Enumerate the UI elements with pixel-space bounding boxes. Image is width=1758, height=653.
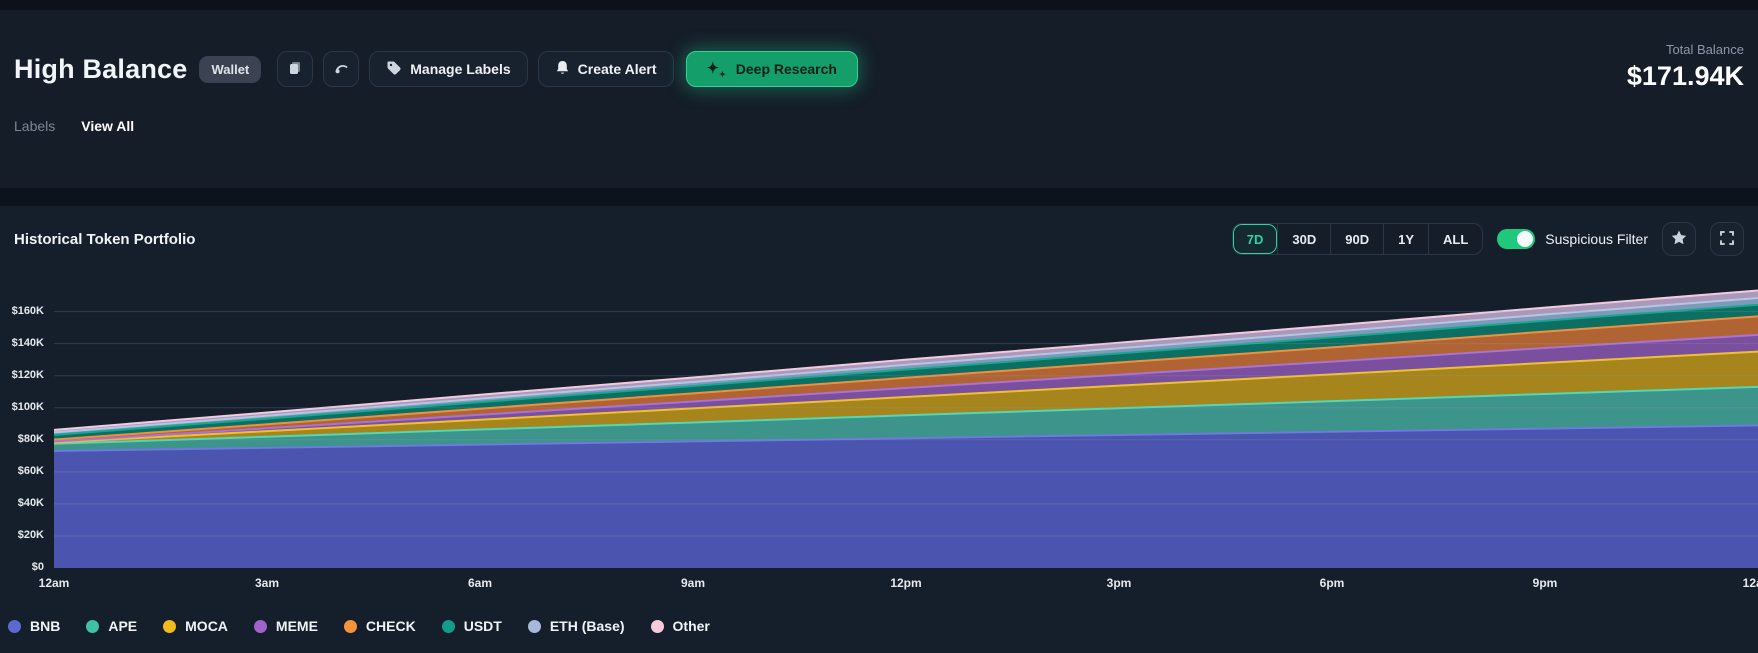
legend-item-moca[interactable]: MOCA	[163, 618, 228, 634]
total-balance: Total Balance $171.94K	[1627, 42, 1744, 92]
stacked-area-svg[interactable]	[0, 250, 1758, 568]
legend-dot	[254, 620, 267, 633]
deep-research-button[interactable]: ✦✦ Deep Research	[686, 51, 858, 87]
portfolio-area-chart[interactable]: $0 $20K $40K $60K $80K $100K $120K $140K $160K 1…	[0, 206, 1758, 653]
legend-item-other[interactable]: Other	[651, 618, 710, 634]
wallet-header: High Balance Wallet Manage Labels Create…	[0, 10, 1758, 188]
page-title: High Balance	[14, 54, 187, 85]
manage-labels-label: Manage Labels	[410, 61, 510, 77]
labels-section-label: Labels	[14, 118, 55, 134]
legend-item-bnb[interactable]: BNB	[8, 618, 60, 634]
legend-dot	[344, 620, 357, 633]
wallet-type-badge: Wallet	[199, 56, 261, 83]
y-axis-label: $60K	[0, 465, 44, 477]
legend-dot	[442, 620, 455, 633]
legend-label: CHECK	[366, 618, 416, 634]
x-axis-label: 6pm	[1300, 576, 1364, 590]
legend-dot	[528, 620, 541, 633]
legend-item-eth-base-[interactable]: ETH (Base)	[528, 618, 625, 634]
x-axis-label: 9am	[661, 576, 725, 590]
y-axis-label: $120K	[0, 369, 44, 381]
create-alert-button[interactable]: Create Alert	[538, 51, 674, 87]
deep-research-label: Deep Research	[736, 61, 837, 77]
x-axis-label: 12pm	[874, 576, 938, 590]
section-divider	[0, 188, 1758, 206]
legend-label: BNB	[30, 618, 60, 634]
legend-dot	[163, 620, 176, 633]
view-all-link[interactable]: View All	[81, 118, 134, 134]
window-top-strip	[0, 0, 1758, 10]
x-axis-label: 3am	[235, 576, 299, 590]
x-axis-label: 3pm	[1087, 576, 1151, 590]
x-axis-label: 6am	[448, 576, 512, 590]
legend-label: ETH (Base)	[550, 618, 625, 634]
watch-wallet-button[interactable]	[323, 51, 359, 87]
legend-dot	[86, 620, 99, 633]
legend-dot	[8, 620, 21, 633]
legend-item-check[interactable]: CHECK	[344, 618, 416, 634]
legend-item-ape[interactable]: APE	[86, 618, 137, 634]
legend-dot	[651, 620, 664, 633]
y-axis-label: $140K	[0, 337, 44, 349]
total-balance-label: Total Balance	[1627, 42, 1744, 57]
copy-icon	[287, 60, 303, 79]
portfolio-card: Historical Token Portfolio 7D30D90D1YALL…	[0, 206, 1758, 653]
y-axis-label: $100K	[0, 401, 44, 413]
legend-label: Other	[673, 618, 710, 634]
bell-icon	[555, 60, 570, 79]
manage-labels-button[interactable]: Manage Labels	[369, 51, 527, 87]
y-axis-label: $40K	[0, 497, 44, 509]
copy-address-button[interactable]	[277, 51, 313, 87]
legend-label: APE	[108, 618, 137, 634]
y-axis-label: $80K	[0, 433, 44, 445]
legend-label: MEME	[276, 618, 318, 634]
legend-item-usdt[interactable]: USDT	[442, 618, 502, 634]
legend-label: USDT	[464, 618, 502, 634]
legend-label: MOCA	[185, 618, 228, 634]
y-axis-label: $20K	[0, 529, 44, 541]
y-axis-label: $0	[0, 561, 44, 573]
watch-icon	[332, 59, 350, 80]
x-axis-label: 12am	[1726, 576, 1758, 590]
tag-icon	[386, 60, 402, 79]
x-axis-label: 9pm	[1513, 576, 1577, 590]
create-alert-label: Create Alert	[578, 61, 657, 77]
legend-item-meme[interactable]: MEME	[254, 618, 318, 634]
chart-legend: BNB APE MOCA MEME CHECK USDT ETH (Base) Other	[8, 618, 710, 634]
total-balance-value: $171.94K	[1627, 61, 1744, 92]
x-axis-label: 12am	[22, 576, 86, 590]
y-axis-label: $160K	[0, 305, 44, 317]
sparkles-icon: ✦✦	[707, 59, 726, 79]
